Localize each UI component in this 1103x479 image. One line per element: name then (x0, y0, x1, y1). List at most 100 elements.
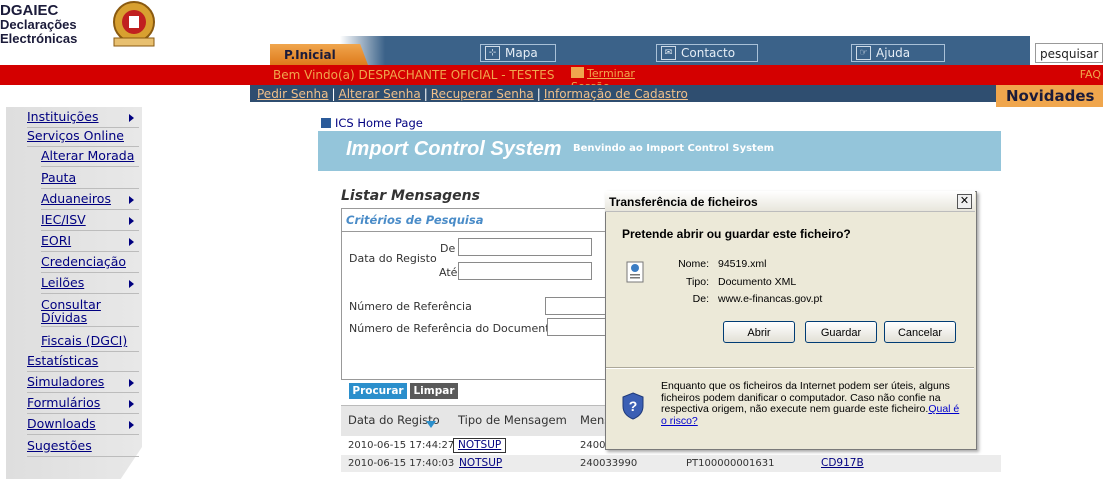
nav-mapa[interactable]: ⊹ Mapa (480, 44, 556, 62)
sidebar-item[interactable]: Formulários (27, 395, 139, 414)
cell-message-type-link[interactable]: NOTSUP (453, 438, 507, 453)
sidebar-item[interactable]: Simuladores (27, 374, 139, 393)
security-shield-icon: ? (622, 392, 644, 420)
sidebar-item-label: Alterar Morada (41, 148, 135, 163)
ics-home-link[interactable]: ICS Home Page (321, 116, 423, 130)
nav-ajuda[interactable]: ☞ Ajuda (851, 44, 945, 62)
date-to-input[interactable] (458, 262, 592, 280)
sidebar-item[interactable]: Alterar Morada (41, 148, 139, 167)
sidebar-item[interactable]: Credenciação (41, 254, 139, 273)
file-name-value: 94519.xml (718, 258, 767, 270)
sidebar-item[interactable]: Pauta (41, 170, 139, 189)
sidebar-item[interactable]: Aduaneiros (41, 191, 139, 210)
submenu-arrow-icon (129, 238, 134, 246)
sidebar-item[interactable]: Instituições (27, 109, 139, 128)
nav-ajuda-label: Ajuda (876, 46, 911, 60)
dialog-question: Pretende abrir ou guardar este ficheiro? (622, 227, 851, 241)
svg-text:?: ? (629, 398, 638, 414)
sidebar-item[interactable]: Estatísticas (27, 353, 139, 372)
cell-date: 2010-06-15 17:44:27 (348, 440, 455, 451)
search-input[interactable]: pesquisar (1035, 43, 1103, 63)
xml-file-icon (625, 260, 645, 284)
tab-home-label: P.Inicial (284, 48, 336, 62)
sidebar-item[interactable]: IEC/ISV (41, 212, 139, 231)
sidebar-item-label: Pauta (41, 170, 77, 185)
sidebar-item[interactable]: Leilões (41, 275, 139, 294)
nav-contacto-label: Contacto (681, 46, 736, 60)
open-button[interactable]: Abrir (723, 321, 795, 343)
file-type-label: Tipo: (686, 276, 709, 288)
sidebar-item[interactable]: Serviços Online (27, 128, 139, 147)
file-type-value: Documento XML (718, 276, 797, 288)
ics-home-link-label: ICS Home Page (335, 116, 423, 130)
logout-link[interactable]: Terminar Sessão (571, 67, 671, 93)
sidebar-item-label: Aduaneiros (41, 191, 111, 206)
sidebar-item[interactable]: Downloads (27, 416, 139, 435)
cell-message-id: 240033990 (580, 458, 638, 469)
submenu-arrow-icon (129, 114, 134, 122)
file-source-label: De: (692, 293, 709, 305)
numero-referencia-label: Número de Referência (349, 300, 472, 313)
link-pedir-senha[interactable]: Pedir Senha (257, 87, 328, 101)
page-title: Listar Mensagens (341, 188, 480, 204)
sidebar-item-label: Instituições (27, 109, 99, 124)
sort-descending-icon[interactable] (426, 421, 436, 428)
link-informacao-cadastro[interactable]: Informação de Cadastro (544, 87, 688, 101)
column-header-tipo-mensagem[interactable]: Tipo de Mensagem (458, 413, 567, 427)
close-icon[interactable]: ✕ (957, 194, 972, 209)
sidebar-item[interactable]: Sugestões (27, 438, 139, 457)
cell-reference: PT100000001631 (686, 458, 775, 469)
numero-referencia-documento-label: Número de Referência do Documento (349, 322, 557, 335)
document-reference-input[interactable] (547, 318, 607, 336)
save-button[interactable]: Guardar (805, 321, 877, 343)
cancel-button[interactable]: Cancelar (884, 321, 956, 343)
submenu-arrow-icon (129, 421, 134, 429)
ate-label: Até (439, 266, 458, 279)
search-criteria-heading: Critérios de Pesquisa (346, 213, 484, 227)
sidebar-item-label: Estatísticas (27, 353, 99, 368)
data-registo-label: Data do Registo (349, 252, 437, 265)
faq-link[interactable]: FAQ (1080, 68, 1101, 81)
novidades-tab[interactable]: Novidades (996, 85, 1103, 107)
sidebar-item-label: Leilões (41, 275, 85, 290)
sidebar-item-label: Serviços Online (27, 128, 124, 143)
sidebar-item-label: EORI (41, 233, 72, 248)
warning-text: Enquanto que os ficheiros da Internet po… (661, 380, 950, 415)
tab-home[interactable]: P.Inicial (270, 44, 368, 65)
sidebar-item-label: Downloads (27, 416, 96, 431)
sidebar-item-label: Simuladores (27, 374, 105, 389)
reference-number-input[interactable] (545, 297, 607, 315)
de-label: De (440, 242, 456, 255)
link-recuperar-senha[interactable]: Recuperar Senha (431, 87, 534, 101)
help-icon: ☞ (856, 46, 871, 60)
nav-mapa-label: Mapa (505, 46, 538, 60)
cell-message-type-link[interactable]: NOTSUP (459, 455, 502, 472)
clear-button[interactable]: Limpar (410, 383, 458, 399)
site-logo-text: DGAIEC Declarações Electrónicas (0, 3, 100, 46)
date-from-input[interactable] (458, 238, 592, 256)
search-criteria-panel (341, 208, 612, 380)
sidebar-item-label: Formulários (27, 395, 101, 410)
ics-title: Import Control System (346, 138, 562, 160)
mail-icon: ✉ (661, 46, 676, 60)
sidebar-item[interactable]: EORI (41, 233, 139, 252)
search-button[interactable]: Procurar (349, 383, 407, 399)
dialog-divider-highlight (606, 368, 974, 369)
link-alterar-senha[interactable]: Alterar Senha (339, 87, 421, 101)
welcome-text: Bem Vindo(a) DESPACHANTE OFICIAL - TESTE… (273, 68, 555, 82)
dialog-title: Transferência de ficheiros (609, 195, 758, 209)
file-name-label: Nome: (678, 258, 709, 270)
sidebar-item-label: Consultar Dívidas (41, 297, 101, 325)
nav-contacto[interactable]: ✉ Contacto (656, 44, 758, 62)
cell-date: 2010-06-15 17:40:03 (348, 458, 455, 469)
submenu-arrow-icon (129, 379, 134, 387)
submenu-arrow-icon (129, 196, 134, 204)
sidebar-item[interactable]: Consultar Dívidas (41, 298, 139, 327)
sidebar-item[interactable]: Fiscais (DGCI) (41, 333, 139, 352)
submenu-arrow-icon (129, 280, 134, 288)
sidebar-item-label: Sugestões (27, 438, 92, 453)
cell-document-link[interactable]: CD917B (821, 455, 864, 472)
coat-of-arms-icon (104, 0, 164, 52)
divider (341, 231, 611, 232)
logout-icon (571, 67, 584, 78)
